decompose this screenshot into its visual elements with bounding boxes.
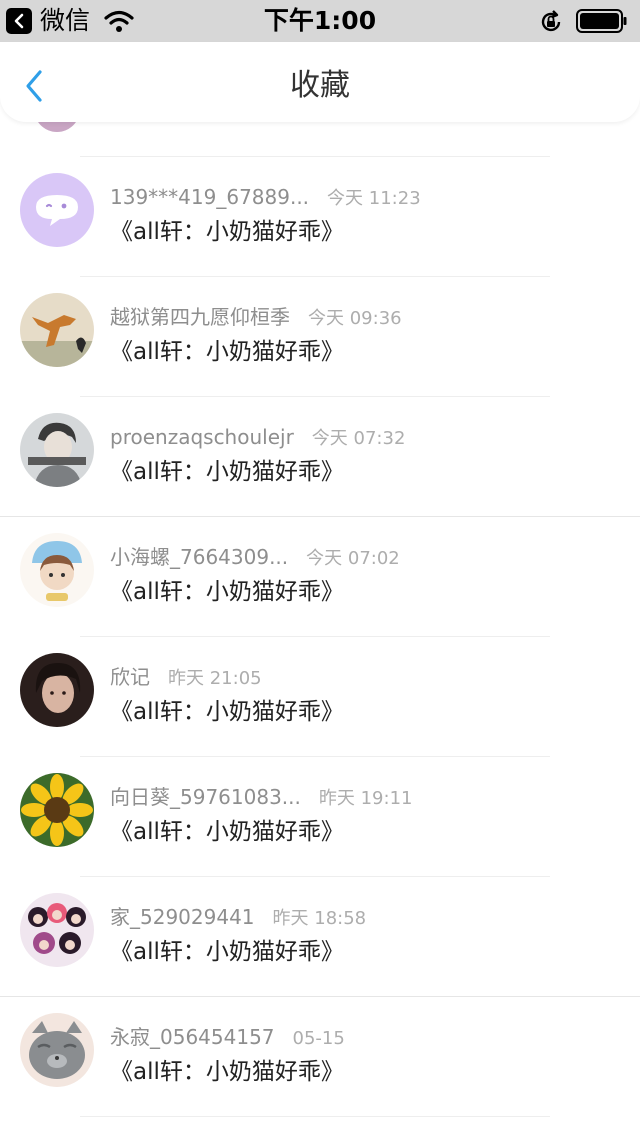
- girl-avatar: [20, 653, 94, 727]
- item-content: 《all轩：小奶猫好乖》: [110, 459, 344, 485]
- sender-name-text: proenzaqschoulejr: [110, 425, 294, 449]
- sender-name-text: 139***419_67889...: [110, 185, 310, 209]
- wechat-bubble-avatar: [20, 173, 94, 247]
- divider: [80, 1116, 550, 1117]
- list-item[interactable]: proenzaqschoulejr 今天 07:32 《all轩：小奶猫好乖》: [0, 397, 640, 517]
- sender-name-text: 欣记: [110, 665, 150, 689]
- list-item[interactable]: 向日葵_59761083... 昨天 19:11 《all轩：小奶猫好乖》: [0, 757, 640, 877]
- sender-name: 越狱第四九愿仰桓季 今天 09:36: [110, 305, 402, 331]
- battery-icon: [576, 9, 627, 33]
- timestamp: 昨天 19:11: [318, 788, 413, 809]
- page-title: 收藏: [290, 68, 350, 103]
- sender-name: 永寂_056454157 05-15: [110, 1025, 345, 1051]
- timestamp: 05-15: [292, 1028, 345, 1049]
- timestamp: 今天 11:23: [327, 188, 421, 209]
- timestamp: 昨天 18:58: [272, 908, 367, 929]
- item-content: 《all轩：小奶猫好乖》: [110, 1059, 344, 1085]
- item-content: 《all轩：小奶猫好乖》: [110, 819, 344, 845]
- cartoon-avatar: [20, 533, 94, 607]
- list-item[interactable]: 越狱第四九愿仰桓季 今天 09:36 《all轩：小奶猫好乖》: [0, 277, 640, 397]
- sender-name-text: 向日葵_59761083...: [110, 785, 301, 809]
- item-content: 《all轩：小奶猫好乖》: [110, 579, 344, 605]
- sender-name: 139***419_67889... 今天 11:23: [110, 185, 421, 211]
- sender-name-text: 越狱第四九愿仰桓季: [110, 305, 290, 329]
- status-bar: 微信 下午1:00: [0, 0, 640, 42]
- item-content: 《all轩：小奶猫好乖》: [110, 339, 344, 365]
- rotation-lock-icon: [541, 10, 561, 32]
- sender-name: proenzaqschoulejr 今天 07:32: [110, 425, 405, 451]
- sender-name-text: 小海螺_7664309...: [110, 545, 289, 569]
- item-content: 《all轩：小奶猫好乖》: [110, 219, 344, 245]
- list-item[interactable]: 永寂_056454157 05-15 《all轩：小奶猫好乖》: [0, 997, 640, 1117]
- sender-name: 向日葵_59761083... 昨天 19:11: [110, 785, 412, 811]
- cat-avatar: [20, 1013, 94, 1087]
- sender-name-text: 永寂_056454157: [110, 1025, 275, 1049]
- timestamp: 今天 07:32: [311, 428, 406, 449]
- dog-avatar: [20, 293, 94, 367]
- list-item[interactable]: 139***419_67889... 今天 11:23 《all轩：小奶猫好乖》: [0, 157, 640, 277]
- list-item[interactable]: 欣记 昨天 21:05 《all轩：小奶猫好乖》: [0, 637, 640, 757]
- sunflower-avatar: [20, 773, 94, 847]
- sender-name: 欣记 昨天 21:05: [110, 665, 262, 691]
- nav-bar: 收藏: [0, 42, 640, 122]
- timestamp: 今天 07:02: [306, 548, 400, 569]
- avatar: [34, 122, 80, 132]
- favorites-list: 139***419_67889... 今天 11:23 《all轩：小奶猫好乖》 …: [0, 122, 640, 1136]
- portrait-avatar: [20, 413, 94, 487]
- sender-name: 家_529029441 昨天 18:58: [110, 905, 366, 931]
- sender-name-text: 家_529029441: [110, 905, 255, 929]
- list-item[interactable]: 小海螺_7664309... 今天 07:02 《all轩：小奶猫好乖》: [0, 517, 640, 637]
- list-item[interactable]: 家_529029441 昨天 18:58 《all轩：小奶猫好乖》: [0, 877, 640, 997]
- timestamp: 昨天 21:05: [168, 668, 262, 689]
- timestamp: 今天 09:36: [308, 308, 402, 329]
- sender-name: 小海螺_7664309... 今天 07:02: [110, 545, 400, 571]
- group-avatar: [20, 893, 94, 967]
- item-content: 《all轩：小奶猫好乖》: [110, 699, 344, 725]
- item-content: 《all轩：小奶猫好乖》: [110, 939, 344, 965]
